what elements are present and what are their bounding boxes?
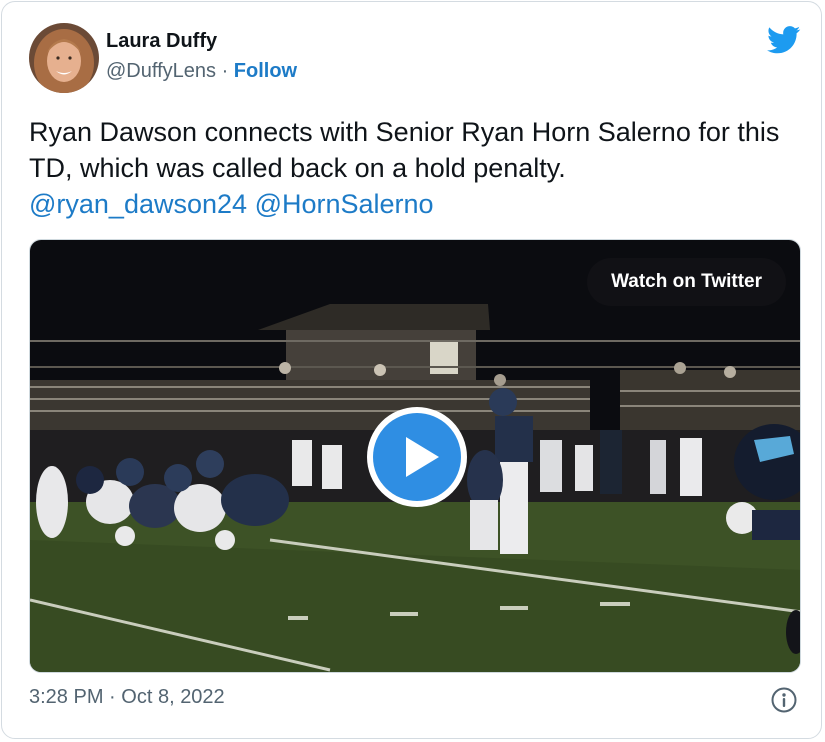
play-button[interactable] [367,407,467,507]
follow-button[interactable]: Follow [234,60,297,82]
separator: · [109,686,116,708]
video-player[interactable]: Watch on Twitter [29,239,801,673]
avatar[interactable] [29,23,99,93]
play-icon [406,437,439,477]
tweet-body: Ryan Dawson connects with Senior Ryan Ho… [29,117,780,183]
info-icon[interactable] [771,687,797,713]
watch-on-twitter-button[interactable]: Watch on Twitter [587,258,786,306]
mention-link[interactable]: @ryan_dawson24 [29,189,247,219]
mention-link[interactable]: @HornSalerno [255,189,434,219]
twitter-bird-icon[interactable] [767,26,801,54]
tweet-date: Oct 8, 2022 [121,686,225,708]
tweet-text: Ryan Dawson connects with Senior Ryan Ho… [29,114,809,222]
tweet-time: 3:28 PM [29,686,104,708]
separator: · [221,60,229,82]
tweet-timestamp[interactable]: 3:28 PM · Oct 8, 2022 [29,686,225,709]
tweet-card: Laura Duffy @DuffyLens · Follow Ryan Daw… [1,1,822,739]
author-name[interactable]: Laura Duffy [106,30,217,53]
author-handle[interactable]: @DuffyLens [106,60,216,82]
play-circle [373,413,461,501]
author-handle-line: @DuffyLens · Follow [106,60,297,83]
